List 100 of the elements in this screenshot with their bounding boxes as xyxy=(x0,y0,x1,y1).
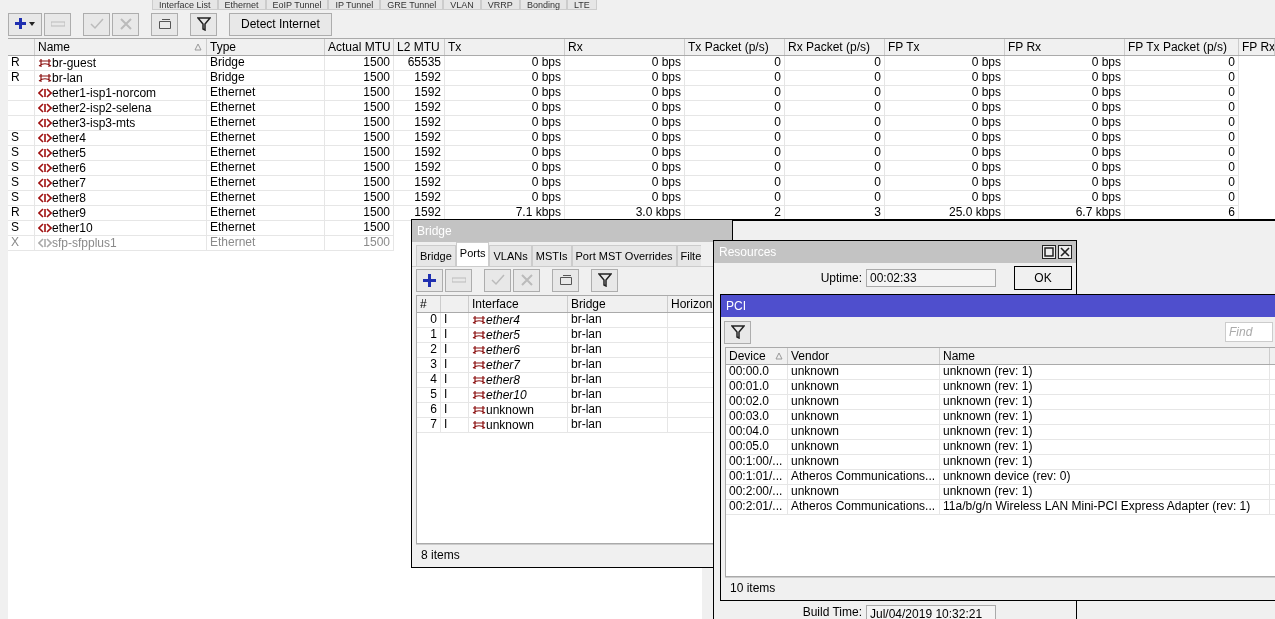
table-cell: 5 xyxy=(417,388,441,403)
interface-name: ether7 xyxy=(486,358,521,372)
interface-name: ether5 xyxy=(486,328,521,342)
item-count: 10 items xyxy=(725,577,1275,598)
column-header[interactable]: Name xyxy=(35,39,207,55)
table-cell: 0 bps xyxy=(1005,116,1125,131)
tab[interactable]: GRE Tunnel xyxy=(380,0,444,10)
tab[interactable]: Interface List xyxy=(152,0,218,10)
table-cell: Ethernet xyxy=(207,221,325,236)
table-cell: unknown xyxy=(788,365,940,380)
column-header[interactable]: # xyxy=(417,296,441,312)
ethernet-icon xyxy=(38,193,52,203)
minus-icon xyxy=(50,21,65,27)
tab[interactable]: Ports xyxy=(455,242,490,266)
tab[interactable]: Ethernet xyxy=(217,0,266,10)
table-cell: 0 bps xyxy=(445,131,565,146)
table-cell: br-lan xyxy=(568,343,668,358)
table-cell: 0 bps xyxy=(445,191,565,206)
table-cell: I xyxy=(441,313,469,328)
column-header[interactable]: Interface xyxy=(469,296,568,312)
table-cell: unknown xyxy=(788,380,940,395)
table-cell: Ethernet xyxy=(207,101,325,116)
column-header[interactable]: Device xyxy=(726,348,788,364)
table-cell: br-lan xyxy=(568,373,668,388)
ok-button[interactable]: OK xyxy=(1014,266,1072,290)
column-header[interactable]: Bridge xyxy=(568,296,668,312)
table-cell: 00:02.0 xyxy=(726,395,788,410)
detect-internet-button[interactable]: Detect Internet xyxy=(229,12,332,36)
table-cell: 0 xyxy=(1125,101,1239,116)
table-cell: 1 xyxy=(417,328,441,343)
tab[interactable]: MSTIs xyxy=(531,245,572,266)
tab[interactable]: LTE xyxy=(566,0,597,10)
table-cell: 0 xyxy=(685,71,785,86)
table-cell: 00:03.0 xyxy=(726,410,788,425)
tab[interactable]: VLANs xyxy=(489,245,532,266)
table-cell: Ethernet xyxy=(207,131,325,146)
bridge-port-icon xyxy=(472,345,486,355)
uptime-field[interactable]: 00:02:33 xyxy=(866,269,996,287)
filter-button[interactable] xyxy=(591,268,618,292)
column-header[interactable]: Name xyxy=(940,348,1270,364)
add-button[interactable] xyxy=(416,268,443,292)
close-icon[interactable] xyxy=(1058,245,1072,259)
column-header[interactable]: Tx xyxy=(445,39,565,55)
table-cell: 0 bps xyxy=(445,161,565,176)
filter-button[interactable] xyxy=(190,12,217,36)
filter-icon xyxy=(597,273,612,287)
table-cell: unknown xyxy=(788,485,940,500)
column-header[interactable]: FP Rx xyxy=(1005,39,1125,55)
table-cell: I xyxy=(441,373,469,388)
maximize-icon[interactable] xyxy=(1042,245,1056,259)
column-header[interactable]: FP Tx Packet (p/s) xyxy=(1125,39,1239,55)
tab[interactable]: Bonding xyxy=(519,0,567,10)
table-cell: R xyxy=(8,56,35,71)
plus-icon xyxy=(423,273,436,287)
tab[interactable]: Filte xyxy=(676,245,702,266)
ethernet-icon xyxy=(38,178,52,188)
table-cell: 0 xyxy=(785,161,885,176)
table-cell: X xyxy=(8,236,35,251)
build-time-field[interactable]: Jul/04/2019 10:32:21 xyxy=(866,605,996,619)
table-cell: br-lan xyxy=(568,328,668,343)
column-header[interactable]: L2 MTU xyxy=(394,39,445,55)
table-cell: I xyxy=(441,388,469,403)
add-button[interactable] xyxy=(8,12,42,36)
table-cell: 0 xyxy=(685,56,785,71)
interface-name: sfp-sfpplus1 xyxy=(52,236,117,250)
tab[interactable]: VLAN xyxy=(443,0,481,10)
table-cell: 0 bps xyxy=(565,131,685,146)
filter-button[interactable] xyxy=(724,320,751,344)
tab[interactable]: EoIP Tunnel xyxy=(265,0,329,10)
column-header[interactable]: Actual MTU xyxy=(325,39,394,55)
table-cell: 0 bps xyxy=(445,146,565,161)
ethernet-icon xyxy=(38,148,52,158)
table-cell: Ethernet xyxy=(207,86,325,101)
table-cell: 0 bps xyxy=(885,71,1005,86)
table-cell: 1592 xyxy=(394,131,445,146)
window-title: Resources xyxy=(719,244,777,261)
tab[interactable]: IP Tunnel xyxy=(328,0,381,10)
column-header[interactable]: Type xyxy=(207,39,325,55)
find-field[interactable]: Find xyxy=(1225,322,1273,342)
table-cell: 1592 xyxy=(394,146,445,161)
column-header[interactable]: Vendor xyxy=(788,348,940,364)
table-cell: 00:2:00/... xyxy=(726,485,788,500)
column-header[interactable]: Rx xyxy=(565,39,685,55)
table-cell: 1500 xyxy=(325,56,394,71)
table-cell: 1500 xyxy=(325,176,394,191)
table-cell: br-lan xyxy=(568,403,668,418)
tab[interactable]: VRRP xyxy=(480,0,520,10)
comment-button[interactable] xyxy=(552,268,579,292)
table-cell: 0 xyxy=(785,71,885,86)
column-header[interactable]: Rx Packet (p/s) xyxy=(785,39,885,55)
table-cell: 0 bps xyxy=(1005,131,1125,146)
ethernet-icon xyxy=(38,88,52,98)
tab[interactable]: Bridge xyxy=(416,245,456,266)
column-header[interactable]: FP Tx xyxy=(885,39,1005,55)
ethernet-icon xyxy=(38,133,52,143)
table-cell: 0 xyxy=(785,116,885,131)
tab[interactable]: Port MST Overrides xyxy=(571,245,677,266)
column-header[interactable]: Tx Packet (p/s) xyxy=(685,39,785,55)
table-cell: 4 xyxy=(417,373,441,388)
comment-button[interactable] xyxy=(151,12,178,36)
